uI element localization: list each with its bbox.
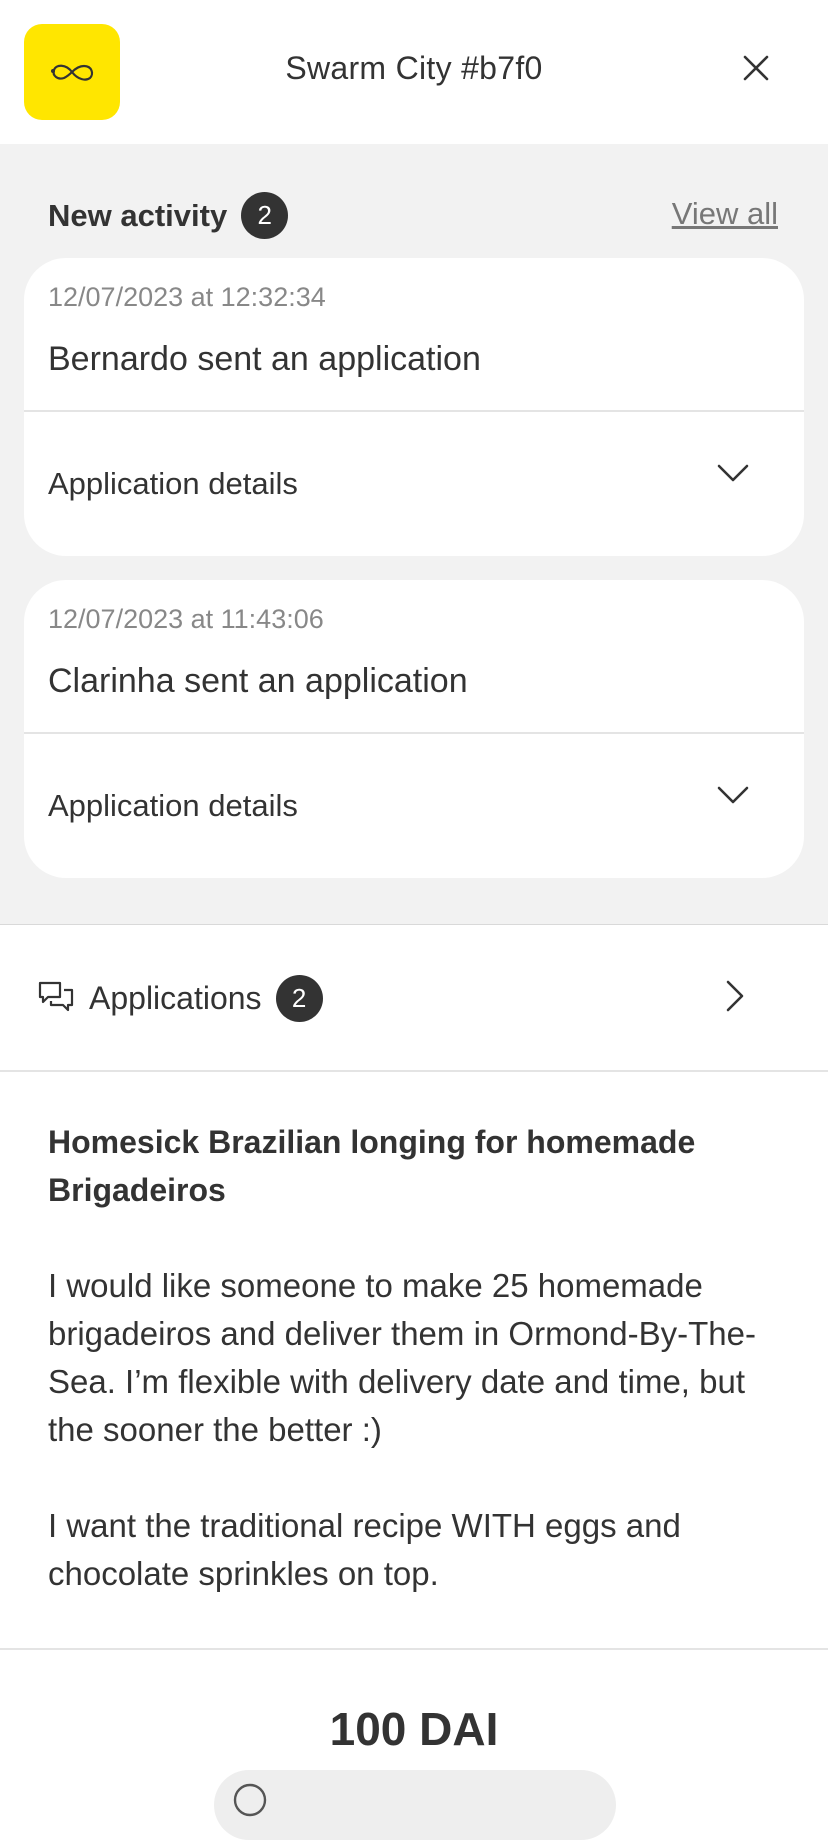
activity-header: New activity 2 xyxy=(48,192,289,239)
activity-count-badge: 2 xyxy=(241,192,289,239)
status-pill[interactable] xyxy=(214,1770,616,1840)
close-icon xyxy=(743,55,769,81)
request-description-paragraph: I want the traditional recipe WITH eggs … xyxy=(48,1507,681,1592)
applications-label: Applications xyxy=(89,980,262,1016)
clock-icon xyxy=(233,1783,267,1817)
request-description: Homesick Brazilian longing for homemade … xyxy=(48,1118,788,1646)
activity-title: New activity xyxy=(48,197,228,233)
application-details-label: Application details xyxy=(48,466,298,501)
app-header: Swarm City #b7f0 xyxy=(0,0,828,144)
application-details-label: Application details xyxy=(48,788,298,823)
chevron-down-icon xyxy=(717,464,749,482)
applications-count-badge: 2 xyxy=(275,975,323,1022)
application-details-toggle[interactable]: Application details xyxy=(24,734,804,878)
page-title: Swarm City #b7f0 xyxy=(285,50,543,86)
request-title: Homesick Brazilian longing for homemade … xyxy=(48,1124,696,1208)
chat-bubbles-icon xyxy=(38,981,74,1012)
request-description-paragraph: I would like someone to make 25 homemade… xyxy=(48,1267,756,1448)
view-all-link[interactable]: View all xyxy=(672,196,778,232)
applications-label-group: Applications 2 xyxy=(89,975,323,1022)
chevron-down-icon xyxy=(717,786,749,804)
activity-timestamp: 12/07/2023 at 12:32:34 xyxy=(48,282,326,312)
activity-message: Bernardo sent an application xyxy=(48,340,481,378)
applications-row[interactable]: Applications 2 xyxy=(0,925,828,1072)
activity-card: 12/07/2023 at 12:32:34 Bernardo sent an … xyxy=(24,258,804,556)
reward-amount: 100 DAI xyxy=(329,1703,499,1755)
new-activity-section: New activity 2 View all 12/07/2023 at 12… xyxy=(0,144,828,925)
activity-timestamp: 12/07/2023 at 11:43:06 xyxy=(48,604,324,634)
activity-card: 12/07/2023 at 11:43:06 Clarinha sent an … xyxy=(24,580,804,878)
application-details-toggle[interactable]: Application details xyxy=(24,412,804,556)
section-divider xyxy=(0,1648,828,1650)
chevron-right-icon xyxy=(726,980,744,1012)
activity-message: Clarinha sent an application xyxy=(48,662,468,700)
close-button[interactable] xyxy=(736,48,776,88)
